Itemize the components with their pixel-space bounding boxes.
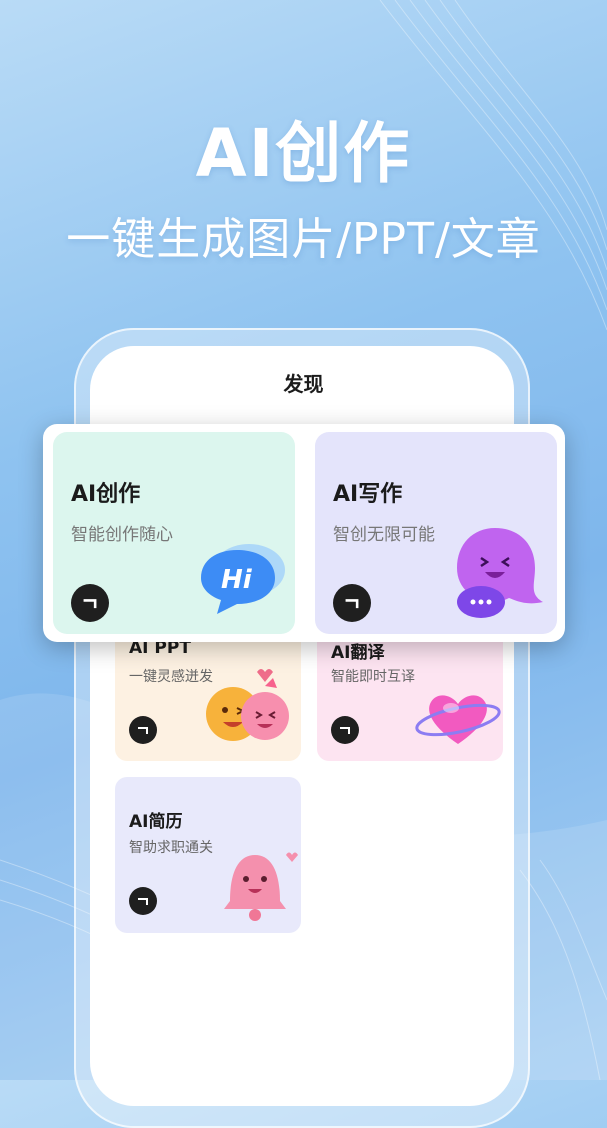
- arrow-icon: [83, 599, 97, 609]
- purple-chat-bubble-icon: [457, 528, 543, 618]
- arrow-icon: [138, 898, 148, 905]
- arrow-button[interactable]: [331, 716, 359, 744]
- card-title: AI简历: [129, 812, 183, 832]
- featured-card-ai-create[interactable]: AI创作 智能创作随心 Hi: [53, 432, 295, 634]
- emoji-faces-icon: [206, 669, 289, 741]
- pink-bell-icon: [224, 852, 298, 921]
- hi-chat-bubble-icon: Hi: [201, 544, 285, 614]
- card-desc: 智助求职通关: [129, 840, 213, 856]
- featured-popup: AI创作 智能创作随心 Hi AI写作 智创无限可能: [43, 424, 565, 642]
- featured-desc: 智创无限可能: [333, 525, 435, 545]
- arrow-button[interactable]: [71, 584, 109, 622]
- heart-planet-icon: [415, 695, 501, 744]
- arrow-button[interactable]: [129, 716, 157, 744]
- arrow-icon: [138, 727, 148, 734]
- arrow-icon: [340, 727, 350, 734]
- svg-text:Hi: Hi: [221, 565, 253, 595]
- featured-card-ai-write[interactable]: AI写作 智创无限可能: [315, 432, 557, 634]
- card-desc: 智能即时互译: [331, 669, 415, 685]
- hero-title: AI创作: [195, 115, 412, 192]
- featured-title: AI创作: [71, 482, 141, 507]
- card-ai-resume[interactable]: AI简历 智助求职通关: [115, 777, 301, 933]
- featured-title: AI写作: [333, 482, 403, 507]
- featured-desc: 智能创作随心: [71, 525, 173, 545]
- arrow-icon: [345, 599, 359, 609]
- arrow-button[interactable]: [333, 584, 371, 622]
- screen-title: 发现: [283, 372, 324, 396]
- arrow-button[interactable]: [129, 887, 157, 915]
- hero-subtitle: 一键生成图片/PPT/文章: [66, 214, 541, 265]
